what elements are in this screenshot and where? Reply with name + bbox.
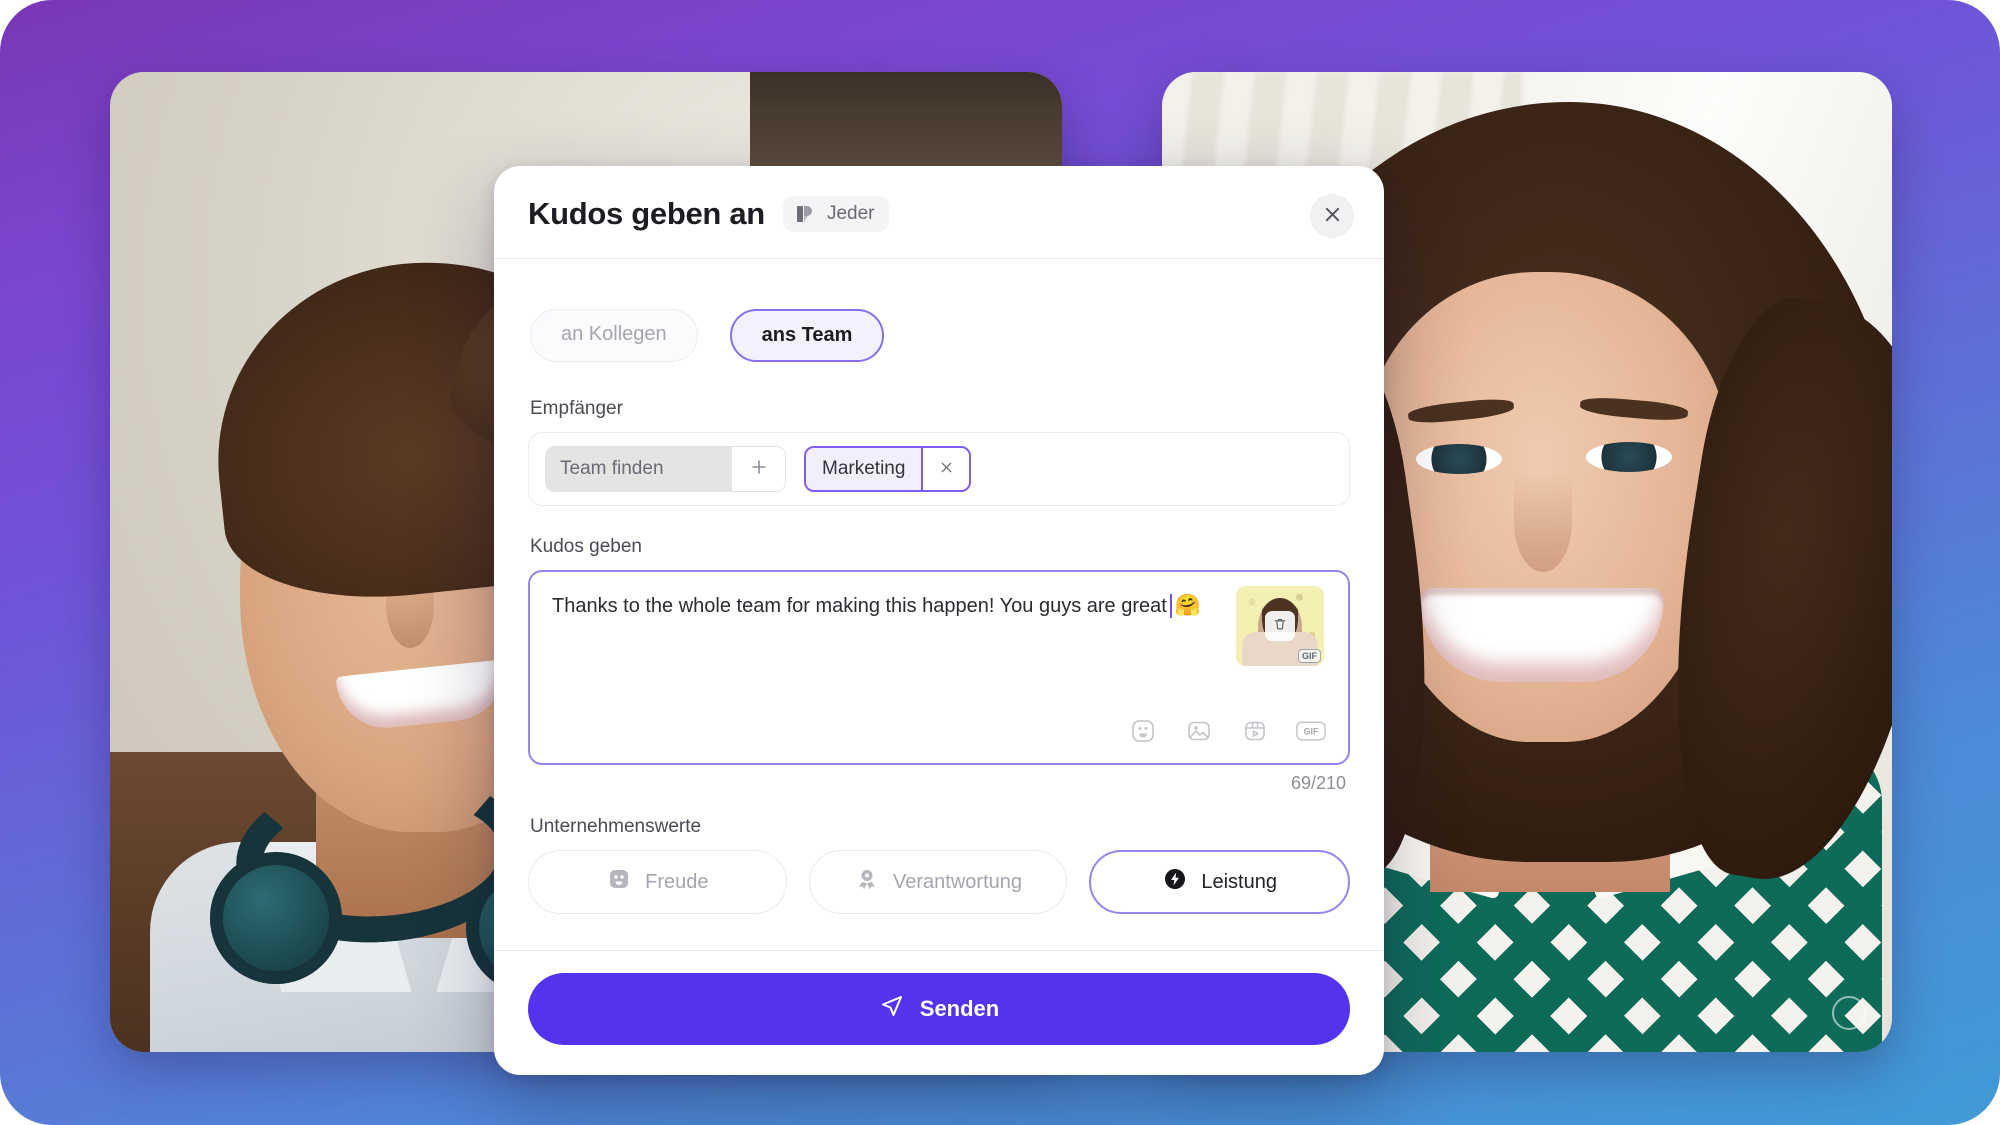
flag-icon bbox=[794, 203, 816, 225]
team-search-input[interactable] bbox=[546, 447, 731, 491]
gif-attachment-thumbnail[interactable]: GIF bbox=[1236, 586, 1324, 666]
audience-label: Jeder bbox=[826, 203, 875, 224]
dialog-header: Kudos geben an Jeder bbox=[494, 166, 1384, 259]
value-chip-label: Freude bbox=[645, 870, 709, 893]
photo-right-eye bbox=[1586, 442, 1672, 472]
send-button[interactable]: Senden bbox=[528, 973, 1350, 1045]
dialog-footer: Senden bbox=[494, 950, 1384, 1075]
recipient-tag-label: Marketing bbox=[806, 448, 922, 490]
value-chip-label: Leistung bbox=[1201, 870, 1277, 893]
svg-text:GIF: GIF bbox=[1304, 726, 1319, 736]
remove-recipient-button[interactable] bbox=[921, 448, 970, 490]
image-upload-button[interactable] bbox=[1184, 717, 1214, 747]
character-counter: 69/210 bbox=[1290, 773, 1346, 793]
hugging-face-emoji: 🤗 bbox=[1174, 594, 1201, 617]
photo-right-eye bbox=[1416, 444, 1502, 474]
kudos-message-field[interactable]: Thanks to the whole team for making this… bbox=[528, 570, 1350, 765]
video-icon bbox=[1241, 717, 1269, 748]
image-icon bbox=[1185, 717, 1213, 748]
company-values-label: Unternehmenswerte bbox=[530, 816, 702, 837]
text-cursor bbox=[1169, 594, 1172, 619]
delete-attachment-button[interactable] bbox=[1265, 611, 1295, 641]
audience-tabs: an Kollegen ans Team bbox=[530, 309, 1350, 362]
plus-icon bbox=[749, 455, 769, 484]
trash-icon bbox=[1272, 616, 1288, 637]
page-title: Kudos geben an bbox=[528, 196, 765, 231]
composer-toolbar: GIF bbox=[1128, 717, 1326, 747]
kudos-message-value: Thanks to the whole team for making this… bbox=[552, 594, 1167, 617]
gradient-background: Kudos geben an Jeder an Kollegen ans Tea… bbox=[0, 0, 2000, 1125]
tab-ans-team[interactable]: ans Team bbox=[729, 309, 885, 362]
gif-badge: GIF bbox=[1298, 649, 1321, 663]
emoji-picker-button[interactable] bbox=[1128, 717, 1158, 747]
team-search-group bbox=[545, 446, 786, 492]
close-icon bbox=[1323, 205, 1342, 227]
send-button-label: Senden bbox=[919, 996, 1000, 1021]
emoji-icon bbox=[1129, 717, 1157, 748]
kudos-message-text: Thanks to the whole team for making this… bbox=[552, 592, 1326, 620]
company-values-row: Freude Verantwortung Leistung bbox=[528, 850, 1351, 914]
kudos-message-label: Kudos geben bbox=[530, 536, 642, 557]
send-icon bbox=[879, 993, 905, 1025]
photo-right-nose bbox=[1514, 472, 1572, 572]
value-chip-freude[interactable]: Freude bbox=[528, 850, 787, 914]
recipients-field: Marketing bbox=[528, 432, 1350, 506]
video-upload-button[interactable] bbox=[1240, 717, 1270, 747]
dialog-body: an Kollegen ans Team Empfänger Team find… bbox=[494, 259, 1384, 950]
smiley-icon bbox=[606, 866, 632, 898]
photo-watermark bbox=[1832, 996, 1866, 1030]
recipients-label: Empfänger bbox=[530, 398, 623, 419]
headphone-cup bbox=[210, 852, 342, 984]
add-recipient-button[interactable] bbox=[731, 447, 785, 491]
audience-selector[interactable]: Jeder bbox=[782, 196, 890, 232]
value-chip-leistung[interactable]: Leistung bbox=[1089, 850, 1351, 914]
tab-an-kollegen[interactable]: an Kollegen bbox=[530, 309, 698, 362]
value-chip-label: Verantwortung bbox=[893, 870, 1022, 893]
close-button[interactable] bbox=[1310, 194, 1354, 238]
value-chip-verantwortung[interactable]: Verantwortung bbox=[808, 850, 1068, 914]
gif-picker-button[interactable]: GIF bbox=[1296, 717, 1326, 747]
close-icon bbox=[939, 458, 954, 481]
medal-icon bbox=[854, 866, 880, 898]
lightning-icon bbox=[1162, 866, 1188, 898]
recipient-tag-marketing: Marketing bbox=[804, 446, 972, 492]
kudos-dialog: Kudos geben an Jeder an Kollegen ans Tea… bbox=[494, 166, 1384, 1075]
photo-right-smile bbox=[1420, 588, 1664, 682]
gif-icon: GIF bbox=[1296, 719, 1326, 746]
